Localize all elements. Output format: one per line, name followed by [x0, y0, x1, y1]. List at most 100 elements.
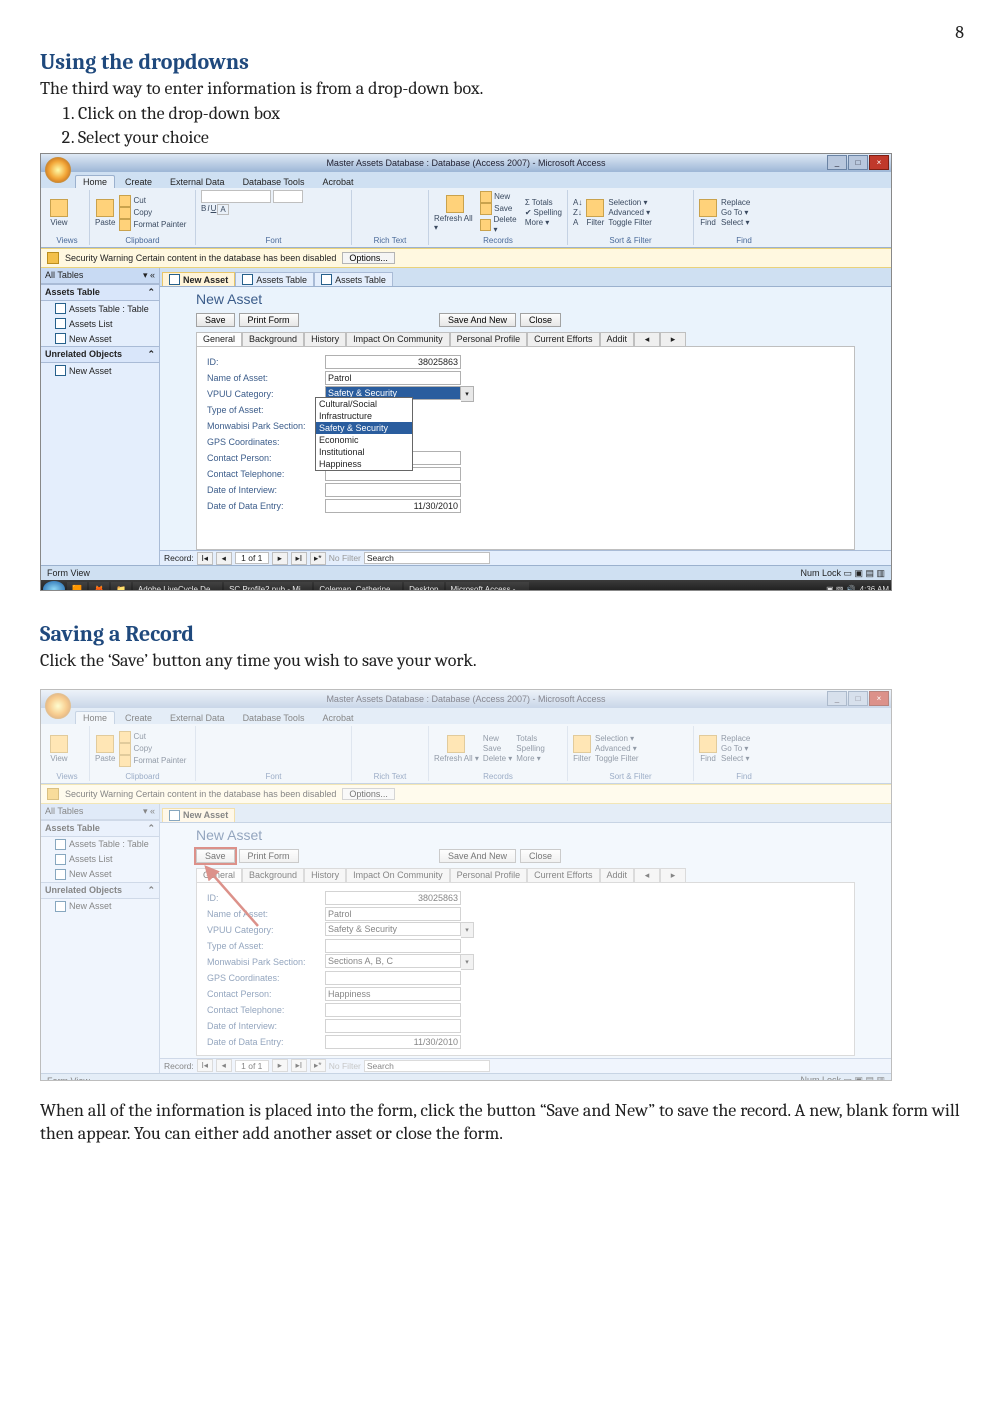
subtab-right-icon[interactable]: ▸	[660, 332, 686, 346]
field-doi[interactable]	[325, 483, 461, 497]
save-button-highlighted[interactable]: Save	[196, 849, 235, 863]
doc-tab-assets-2[interactable]: Assets Table	[314, 272, 393, 286]
options-button[interactable]: Options...	[342, 788, 395, 800]
totals-button[interactable]: Σ Totals	[525, 198, 562, 208]
start-button-icon[interactable]	[43, 581, 65, 591]
copy-button[interactable]: Copy	[119, 207, 186, 219]
taskbar-item[interactable]: Desktop	[404, 582, 443, 591]
refresh-all-button[interactable]: Refresh All ▾	[434, 195, 476, 232]
clear-sort-button[interactable]: A	[573, 218, 582, 228]
minimize-button[interactable]: _	[827, 155, 847, 170]
subtab-history[interactable]: History	[304, 332, 346, 346]
subtab-background[interactable]: Background	[242, 332, 304, 346]
taskbar-item[interactable]: Coleman, Catherine...	[314, 582, 402, 591]
ribbon-tab-create[interactable]: Create	[117, 711, 160, 724]
recnav-position[interactable]: 1 of 1	[235, 552, 269, 564]
replace-button[interactable]: Replace	[721, 198, 750, 208]
subtab-general[interactable]: General	[196, 332, 242, 346]
toggle-filter-button[interactable]: Toggle Filter	[608, 218, 652, 228]
dropdown-item[interactable]: Economic	[316, 434, 412, 446]
sort-asc-button[interactable]: A↓	[573, 198, 582, 208]
ribbon-tab-dbtools[interactable]: Database Tools	[235, 711, 313, 724]
taskbar-item[interactable]: 🟧	[67, 582, 87, 591]
select-button[interactable]: Select ▾	[721, 218, 750, 228]
subtab-efforts[interactable]: Current Efforts	[527, 332, 599, 346]
paste-button[interactable]: Paste	[95, 199, 115, 227]
recnav-search[interactable]: Search	[364, 552, 490, 564]
new-record-button[interactable]: New	[480, 191, 521, 203]
spelling-button[interactable]: ✔ Spelling	[525, 208, 562, 218]
ribbon-tab-external[interactable]: External Data	[162, 711, 233, 724]
subtab-left-icon[interactable]: ◂	[634, 332, 660, 346]
ribbon-tab-dbtools[interactable]: Database Tools	[235, 175, 313, 188]
ribbon-tab-acrobat[interactable]: Acrobat	[314, 711, 361, 724]
save-and-new-button[interactable]: Save And New	[439, 849, 516, 863]
nav-item-new-asset[interactable]: New Asset	[41, 331, 159, 346]
taskbar-item[interactable]: Microsoft Access - ...	[446, 582, 530, 591]
dropdown-item-selected[interactable]: Safety & Security	[316, 422, 412, 434]
recnav-next-icon[interactable]: ▸	[272, 552, 288, 565]
close-form-button[interactable]: Close	[520, 849, 561, 863]
ribbon-tab-home[interactable]: Home	[75, 175, 115, 188]
taskbar-item[interactable]: 🦊	[89, 582, 109, 591]
ribbon-tab-acrobat[interactable]: Acrobat	[314, 175, 361, 188]
recnav-last-icon[interactable]: ▸I	[291, 552, 307, 565]
print-form-button[interactable]: Print Form	[239, 313, 299, 327]
form-area: New Asset Assets Table Assets Table New …	[160, 268, 891, 565]
dropdown-item[interactable]: Infrastructure	[316, 410, 412, 422]
options-button[interactable]: Options...	[342, 252, 395, 264]
format-painter-button[interactable]: Format Painter	[119, 219, 186, 231]
subtab-addit[interactable]: Addit	[600, 332, 635, 346]
dropdown-arrow-icon[interactable]: ▾	[461, 386, 474, 402]
advanced-filter-button[interactable]: Advanced ▾	[608, 208, 652, 218]
save-record-button[interactable]: Save	[480, 203, 521, 215]
minimize-button[interactable]: _	[827, 691, 847, 706]
ribbon-tab-create[interactable]: Create	[117, 175, 160, 188]
save-and-new-button[interactable]: Save And New	[439, 313, 516, 327]
office-button-icon[interactable]	[45, 157, 71, 183]
doc-tab-new-asset[interactable]: New Asset	[162, 272, 235, 286]
navpane-group-assets[interactable]: Assets Table⌃	[41, 284, 159, 301]
filter-button[interactable]: Filter	[586, 199, 604, 227]
goto-button[interactable]: Go To ▾	[721, 208, 750, 218]
close-form-button[interactable]: Close	[520, 313, 561, 327]
find-button[interactable]: Find	[699, 199, 717, 227]
maximize-button[interactable]: □	[848, 155, 868, 170]
taskbar-item[interactable]: Adobe LiveCycle De...	[133, 582, 222, 591]
vpuu-dropdown-list[interactable]: Cultural/Social Infrastructure Safety & …	[315, 397, 413, 471]
more-button[interactable]: More ▾	[525, 218, 562, 228]
print-form-button[interactable]: Print Form	[239, 849, 299, 863]
taskbar-item[interactable]: SC Profile2.pub - Mi...	[224, 582, 312, 591]
nav-item-unrelated-new-asset[interactable]: New Asset	[41, 363, 159, 378]
field-id[interactable]: 38025863	[325, 355, 461, 369]
office-button-icon[interactable]	[45, 693, 71, 719]
cut-button[interactable]: Cut	[119, 195, 186, 207]
dropdown-item[interactable]: Cultural/Social	[316, 398, 412, 410]
maximize-button[interactable]: □	[848, 691, 868, 706]
navpane-group-unrelated[interactable]: Unrelated Objects⌃	[41, 346, 159, 363]
selection-button[interactable]: Selection ▾	[608, 198, 652, 208]
taskbar-item[interactable]: 📁	[111, 582, 131, 591]
save-button[interactable]: Save	[196, 313, 235, 327]
recnav-prev-icon[interactable]: ◂	[216, 552, 232, 565]
dropdown-item[interactable]: Institutional	[316, 446, 412, 458]
delete-record-button[interactable]: Delete ▾	[480, 215, 521, 235]
dropdown-item[interactable]: Happiness	[316, 458, 412, 470]
ribbon-tab-home[interactable]: Home	[75, 711, 115, 724]
subtab-profile[interactable]: Personal Profile	[450, 332, 528, 346]
ribbon-tab-external[interactable]: External Data	[162, 175, 233, 188]
recnav-first-icon[interactable]: I◂	[197, 552, 213, 565]
field-dde[interactable]: 11/30/2010	[325, 499, 461, 513]
recnav-new-icon[interactable]: ▸*	[310, 552, 326, 565]
navpane-header[interactable]: All Tables▾ «	[41, 268, 159, 284]
doc-tab-assets-1[interactable]: Assets Table	[235, 272, 314, 286]
close-button[interactable]: ×	[869, 155, 889, 170]
sort-desc-button[interactable]: Z↓	[573, 208, 582, 218]
close-button[interactable]: ×	[869, 691, 889, 706]
nav-item-assets-list[interactable]: Assets List	[41, 316, 159, 331]
steps-list: Click on the drop-down box Select your c…	[78, 102, 964, 149]
subtab-impact[interactable]: Impact On Community	[346, 332, 450, 346]
nav-item-assets-table[interactable]: Assets Table : Table	[41, 301, 159, 316]
view-button[interactable]: View	[50, 199, 68, 227]
field-name[interactable]: Patrol	[325, 371, 461, 385]
